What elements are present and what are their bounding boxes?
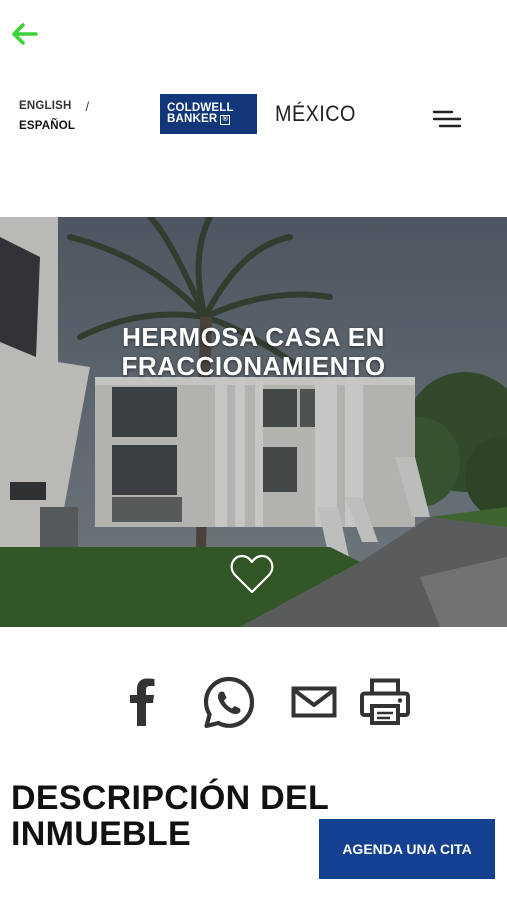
email-share-button[interactable]: [291, 686, 337, 723]
whatsapp-icon: [203, 676, 255, 729]
language-english-link[interactable]: ENGLISH: [19, 100, 72, 112]
logo-line-2-wrap: BANKER ®: [167, 113, 257, 125]
arrow-left-icon: [12, 23, 38, 45]
schedule-appointment-button[interactable]: AGENDA UNA CITA: [319, 819, 495, 879]
language-spanish-link[interactable]: ESPAÑOL: [19, 120, 75, 132]
description-heading: DESCRIPCIÓN DEL INMUEBLE: [11, 779, 329, 853]
property-title: HERMOSA CASA EN FRACCIONAMIENTO: [121, 322, 386, 381]
favorite-button[interactable]: [229, 553, 275, 595]
language-switcher: ENGLISH / ESPAÑOL: [19, 96, 89, 136]
whatsapp-share-button[interactable]: [202, 676, 256, 735]
share-bar: [0, 676, 507, 730]
mail-icon: [291, 686, 337, 718]
coldwell-banker-logo[interactable]: COLDWELL BANKER ®: [160, 94, 257, 134]
print-icon: [360, 678, 410, 725]
facebook-icon: [130, 678, 155, 726]
logo-mark: ®: [220, 114, 231, 125]
print-button[interactable]: [360, 678, 410, 731]
facebook-share-button[interactable]: [127, 676, 157, 731]
menu-button[interactable]: [432, 108, 462, 132]
back-button[interactable]: [10, 22, 38, 46]
property-hero-image[interactable]: HERMOSA CASA EN FRACCIONAMIENTO: [0, 217, 507, 627]
country-label: MÉXICO: [275, 101, 356, 126]
menu-icon: [432, 110, 462, 128]
logo-line-2: BANKER: [167, 113, 218, 125]
heart-outline-icon: [230, 554, 274, 594]
language-separator: /: [85, 98, 90, 114]
